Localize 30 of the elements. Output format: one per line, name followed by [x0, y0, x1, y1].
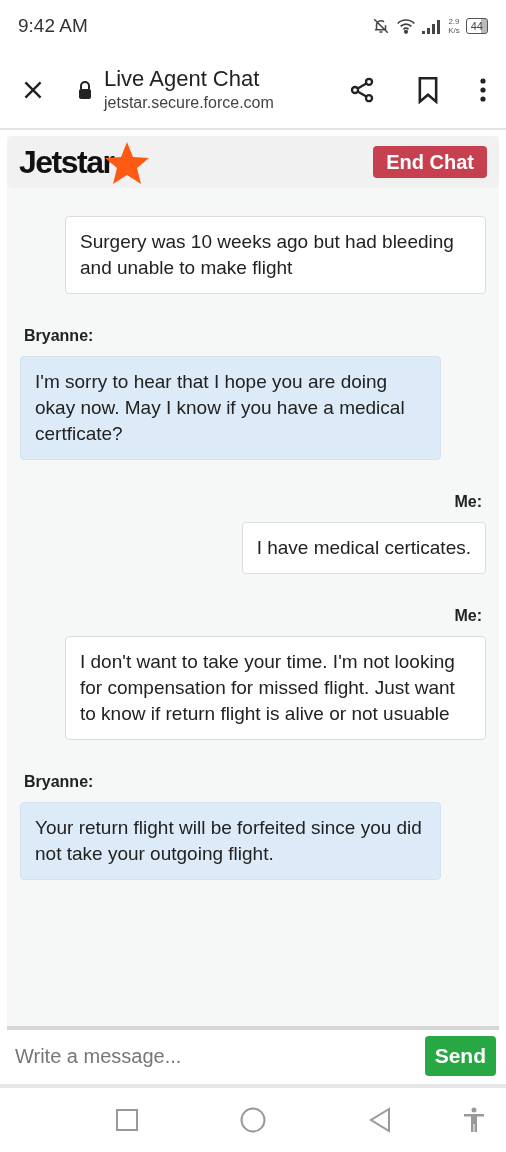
status-time: 9:42 AM: [18, 13, 88, 38]
network-speed: 2.9: [448, 17, 460, 26]
share-icon[interactable]: [348, 76, 376, 104]
wifi-icon: [396, 18, 417, 34]
home-icon[interactable]: [240, 1107, 266, 1133]
end-chat-button[interactable]: End Chat: [373, 146, 487, 178]
page-url: jetstar.secure.force.com: [104, 93, 275, 113]
recents-icon[interactable]: [115, 1108, 139, 1132]
jetstar-logo: Jetstar: [19, 143, 114, 182]
message-bubble: I don't want to take your time. I'm not looking for compensation for missed flight. Just want to know if return flight is alive or not usuable: [65, 636, 486, 740]
bookmark-icon[interactable]: [416, 76, 440, 104]
message-input[interactable]: Write a message...: [15, 1041, 425, 1071]
sender-name: Me:: [453, 492, 483, 512]
bell-off-icon: [372, 17, 391, 35]
send-button[interactable]: Send: [424, 1036, 496, 1076]
more-icon[interactable]: [480, 77, 486, 103]
sender-name: Bryanne:: [23, 326, 95, 346]
message-bubble: I'm sorry to hear that I hope you are doing okay now. May I know if you have a medical certficate?: [20, 356, 441, 460]
message-bubble: Your return flight will be forfeited since you did not take your outgoing flight.: [20, 802, 441, 880]
signal-icon: [422, 18, 443, 34]
back-icon[interactable]: [368, 1107, 392, 1133]
lock-icon: [78, 81, 92, 99]
battery-indicator: 44: [465, 18, 488, 34]
message-bubble: Surgery was 10 weeks ago but had bleeding and unable to make flight: [65, 216, 486, 294]
page-title: Live Agent Chat: [104, 66, 261, 92]
network-speed-unit: K/s: [448, 26, 460, 35]
sender-name: Bryanne:: [23, 772, 95, 792]
sender-name: Me:: [453, 606, 483, 626]
message-bubble: I have medical certicates.: [241, 522, 486, 574]
accessibility-icon[interactable]: [463, 1107, 485, 1133]
